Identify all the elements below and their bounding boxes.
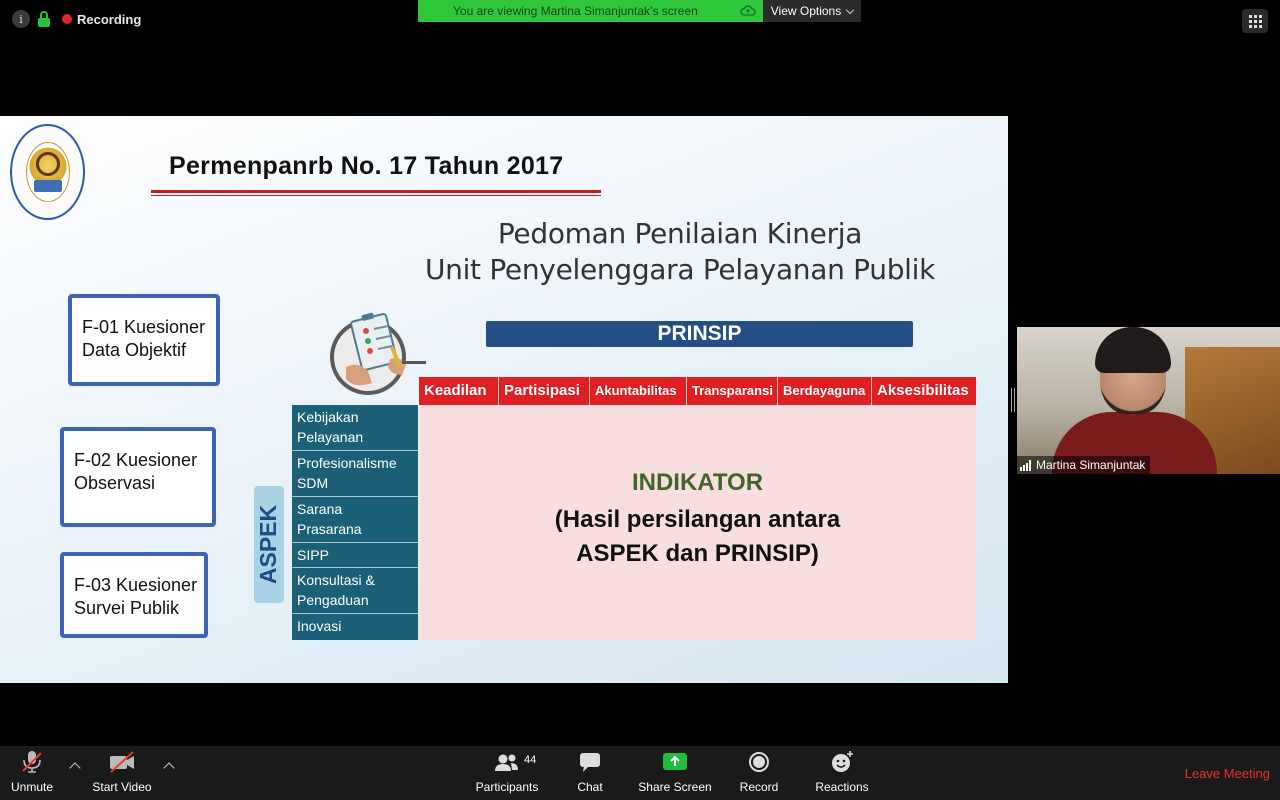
record-button[interactable]: Record: [736, 746, 782, 800]
aspek-vertical-label: ASPEK: [254, 486, 284, 603]
record-label: Record: [739, 780, 779, 794]
video-panel-drag-handle[interactable]: [1011, 388, 1015, 412]
clipboard-checklist-icon: [330, 312, 426, 395]
aspect-line: SDM: [297, 475, 329, 491]
cloud-icon: [740, 5, 756, 16]
indikator-subtitle: (Hasil persilangan antara ASPEK dan PRIN…: [419, 503, 976, 571]
subtitle-line-1: Pedoman Penilaian Kinerja: [497, 217, 863, 250]
aspect-line: Kebijakan: [297, 409, 359, 425]
recording-dot-icon: [62, 14, 72, 24]
reactions-button[interactable]: Reactions: [812, 746, 872, 800]
prinsip-header: PRINSIP: [486, 321, 913, 347]
unmute-button[interactable]: Unmute: [8, 746, 56, 800]
microphone-muted-icon: [22, 751, 42, 773]
principle-cell: Aksesibilitas: [872, 377, 976, 405]
indikator-line: (Hasil persilangan antara: [554, 506, 841, 533]
participants-label: Participants: [475, 780, 539, 794]
participant-video-tile[interactable]: [1017, 327, 1280, 474]
form-box-f03: F-03 Kuesioner Survei Publik: [60, 552, 208, 638]
aspect-cell: Sarana Prasarana: [292, 497, 418, 543]
aspect-line: Sarana: [297, 501, 343, 517]
zoom-meeting-window: i Recording You are viewing Martina Sima…: [0, 0, 1280, 800]
share-screen-button[interactable]: Share Screen: [636, 746, 714, 800]
info-icon[interactable]: i: [12, 10, 30, 28]
principle-cell: Akuntabilitas: [590, 377, 687, 405]
aspect-line: Pengaduan: [297, 592, 369, 608]
slide-subtitle: Pedoman Penilaian Kinerja Unit Penyeleng…: [420, 216, 940, 288]
lock-icon[interactable]: [38, 11, 50, 27]
form-box-f02: F-02 Kuesioner Observasi: [60, 427, 216, 527]
reactions-smiley-icon: [832, 751, 853, 772]
aspect-line: SIPP: [297, 547, 329, 563]
form-box-line: Observasi: [74, 473, 156, 493]
aspect-line: Prasarana: [297, 521, 362, 537]
ministry-logo: [10, 124, 85, 220]
shared-screen-slide: Permenpanrb No. 17 Tahun 2017 Pedoman Pe…: [0, 116, 1008, 683]
participant-name: Martina Simanjuntak: [1036, 458, 1146, 472]
reactions-label: Reactions: [815, 780, 869, 794]
principle-cell: Keadilan: [419, 377, 499, 405]
aspect-cell: Inovasi: [292, 614, 418, 640]
chat-bubble-icon: [580, 753, 600, 772]
view-options-button[interactable]: View Options: [763, 0, 861, 22]
aspect-cell: Konsultasi & Pengaduan: [292, 568, 418, 614]
principle-cell: Transparansi: [687, 377, 778, 405]
video-camera-off-icon: [110, 751, 134, 773]
leave-meeting-button[interactable]: Leave Meeting: [1185, 766, 1270, 781]
form-box-line: Survei Publik: [74, 598, 180, 618]
meeting-status-bar: i Recording: [12, 10, 141, 28]
record-icon: [749, 752, 769, 772]
aspect-line: Konsultasi &: [297, 572, 375, 588]
title-underline: [151, 190, 601, 193]
subtitle-line-2: Unit Penyelenggara Pelayanan Publik: [424, 253, 936, 286]
start-video-label: Start Video: [92, 780, 152, 794]
start-video-button[interactable]: Start Video: [88, 746, 156, 800]
gallery-grid-icon[interactable]: [1242, 9, 1268, 33]
view-options-label: View Options: [770, 4, 842, 18]
form-box-f01: F-01 Kuesioner Data Objektif: [68, 294, 220, 386]
aspect-cell: Profesionalisme SDM: [292, 451, 418, 497]
slide-title: Permenpanrb No. 17 Tahun 2017: [169, 152, 564, 180]
aspect-line: Pelayanan: [297, 429, 364, 445]
signal-strength-icon: [1020, 459, 1031, 471]
aspek-label-text: ASPEK: [255, 504, 282, 585]
participants-count: 44: [524, 754, 537, 766]
screen-share-banner: You are viewing Martina Simanjuntak’s sc…: [418, 0, 763, 22]
principle-cell: Partisipasi: [499, 377, 590, 405]
share-screen-icon: [663, 753, 687, 770]
aspects-column: Kebijakan Pelayanan Profesionalisme SDM …: [292, 405, 418, 640]
form-box-line: F-01 Kuesioner: [82, 317, 206, 337]
indikator-line: ASPEK dan PRINSIP): [576, 540, 819, 567]
video-options-caret-icon[interactable]: [163, 762, 175, 774]
indikator-title: INDIKATOR: [631, 469, 764, 496]
chevron-down-icon: [845, 5, 855, 14]
aspect-line: Inovasi: [297, 618, 342, 634]
principle-cell: Berdayaguna: [778, 377, 872, 405]
form-box-line: F-03 Kuesioner: [74, 575, 198, 595]
aspect-line: Profesionalisme: [297, 455, 397, 471]
form-box-line: F-02 Kuesioner: [74, 450, 198, 470]
participants-icon: [495, 754, 518, 771]
form-box-line: Data Objektif: [82, 340, 187, 360]
unmute-label: Unmute: [10, 780, 54, 794]
principles-row: Keadilan Partisipasi Akuntabilitas Trans…: [419, 377, 976, 405]
audio-options-caret-icon[interactable]: [69, 762, 81, 774]
chat-label: Chat: [577, 780, 603, 794]
chat-button[interactable]: Chat: [570, 746, 610, 800]
meeting-toolbar: Unmute Start Video Participants 44 Chat …: [0, 746, 1280, 800]
recording-label: Recording: [77, 11, 142, 27]
aspect-cell: SIPP: [292, 543, 418, 568]
banner-text: You are viewing Martina Simanjuntak’s sc…: [453, 4, 698, 18]
participant-name-tag: Martina Simanjuntak: [1017, 456, 1151, 474]
share-screen-label: Share Screen: [638, 780, 712, 794]
aspect-cell: Kebijakan Pelayanan: [292, 405, 418, 451]
title-underline-thin: [151, 195, 601, 196]
indikator-area: INDIKATOR (Hasil persilangan antara ASPE…: [419, 405, 976, 640]
